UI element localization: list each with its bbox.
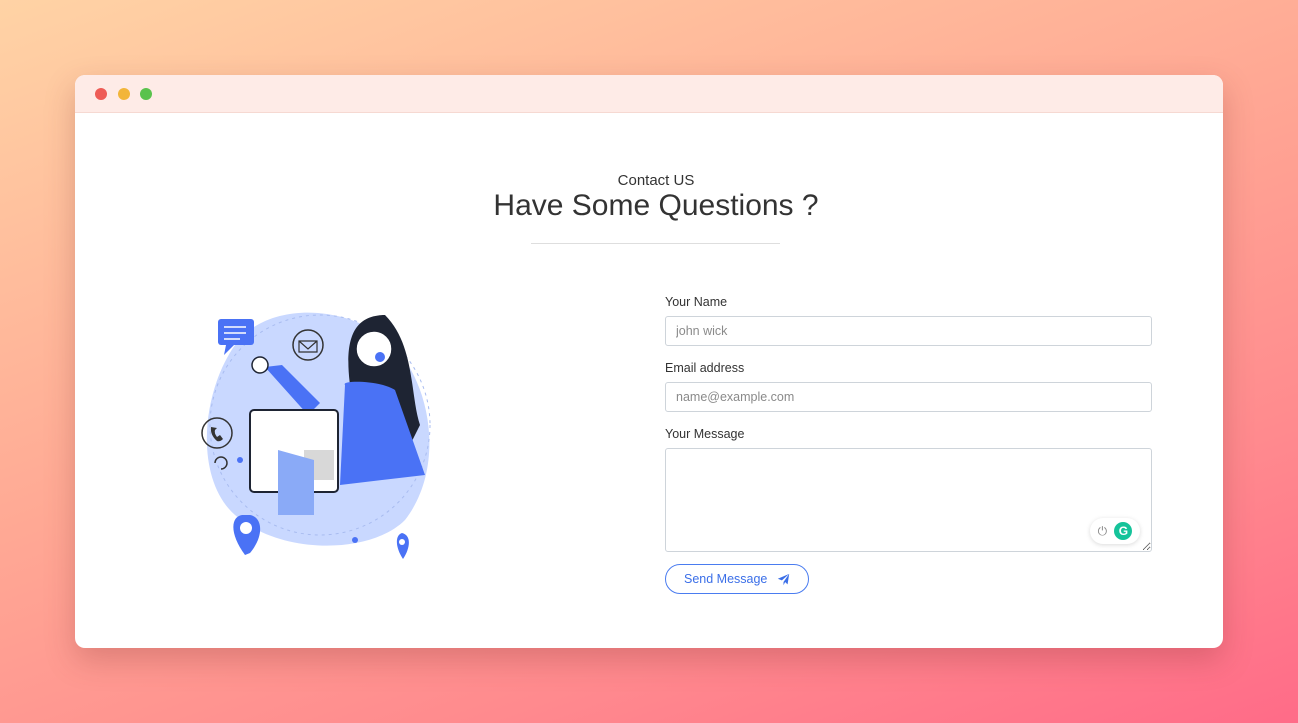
contact-form: Your Name Email address Your Message ⏻ G… (665, 295, 1152, 594)
name-label: Your Name (665, 295, 728, 309)
name-input[interactable] (665, 316, 1152, 346)
customer-support-illustration (201, 312, 431, 559)
browser-window: Contact US Have Some Questions ? Your Na… (75, 75, 1223, 648)
page-title: Have Some Questions ? (75, 189, 1223, 223)
send-message-label: Send Message (684, 572, 768, 586)
send-message-button[interactable]: Send Message (665, 564, 810, 594)
message-textarea[interactable] (665, 448, 1152, 552)
title-light: Have Some (493, 189, 659, 222)
section-eyebrow: Contact US (617, 172, 695, 189)
title-bold: Questions ? (658, 189, 819, 222)
window-titlebar (75, 75, 1223, 113)
grammarly-icon[interactable]: G (1114, 522, 1133, 540)
paper-plane-icon (778, 573, 790, 585)
close-window-button[interactable] (95, 88, 107, 100)
email-input[interactable] (665, 382, 1152, 412)
message-label: Your Message (665, 427, 745, 441)
email-label: Email address (665, 361, 745, 375)
title-divider (531, 243, 780, 244)
minimize-window-button[interactable] (118, 88, 130, 100)
message-wrapper: ⏻ G (665, 448, 1152, 552)
maximize-window-button[interactable] (140, 88, 152, 100)
power-icon[interactable]: ⏻ (1098, 524, 1108, 539)
grammarly-widget[interactable]: ⏻ G (1090, 518, 1140, 544)
